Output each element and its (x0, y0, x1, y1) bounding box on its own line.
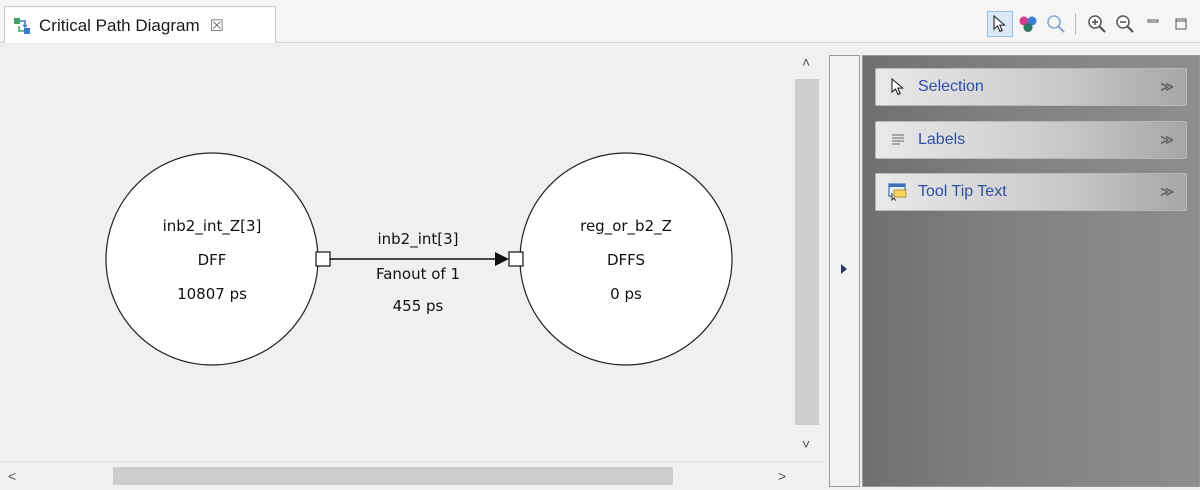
palette: Selection ≫ Labels ≫ Tool Tip Text ≫ (862, 55, 1200, 487)
target-node-type: DFFS (607, 251, 645, 269)
palette-toggle[interactable] (829, 55, 860, 487)
source-node-delay: 10807 ps (177, 285, 247, 303)
drawer-label: Tool Tip Text (918, 183, 1007, 200)
scroll-right-button[interactable]: > (778, 469, 786, 483)
target-node[interactable]: reg_or_b2_Z DFFS 0 ps (519, 152, 733, 366)
pointer-arrow-icon (888, 77, 908, 97)
edge-fanout: Fanout of 1 (376, 265, 460, 283)
magnifier-icon (1047, 15, 1065, 33)
expand-chevron-icon: ≫ (1160, 184, 1174, 199)
edge-net-name: inb2_int[3] (377, 230, 458, 249)
diagram-svg: inb2_int_Z[3] DFF 10807 ps reg_or_b2_Z D… (105, 152, 733, 366)
input-port (508, 251, 524, 267)
zoom-in-button[interactable] (1084, 11, 1110, 37)
horizontal-scroll-thumb[interactable] (113, 467, 673, 485)
maximize-button[interactable] (1168, 11, 1194, 37)
maximize-icon (1175, 18, 1187, 30)
tooltip-icon (888, 182, 908, 202)
pointer-arrow-icon (993, 15, 1006, 33)
scroll-up-button[interactable]: ˄ (802, 55, 810, 69)
text-lines-icon (888, 130, 908, 150)
tab-close-button[interactable]: ☒ (210, 16, 224, 36)
expand-arrow-icon (841, 264, 847, 274)
diagram-canvas[interactable]: inb2_int_Z[3] DFF 10807 ps reg_or_b2_Z D… (0, 43, 793, 461)
source-node-type: DFF (198, 251, 227, 269)
zoom-in-icon (1088, 15, 1106, 33)
palette-drawer-tool-tip-text[interactable]: Tool Tip Text ≫ (875, 173, 1187, 211)
zoom-out-icon (1116, 15, 1134, 33)
edge-delay: 455 ps (393, 297, 444, 315)
scroll-left-button[interactable]: < (8, 469, 16, 483)
palette-drawer-labels[interactable]: Labels ≫ (875, 121, 1187, 159)
output-port (315, 251, 331, 267)
target-node-name: reg_or_b2_Z (580, 217, 672, 236)
vertical-scrollbar[interactable]: ˄ ˅ (793, 43, 823, 461)
find-tool-button[interactable] (1043, 11, 1069, 37)
editor-tab-bar: Critical Path Diagram ☒ (0, 0, 1200, 44)
toolbar-separator (1075, 13, 1076, 35)
source-node-name: inb2_int_Z[3] (163, 217, 262, 236)
palette-drawer-selection[interactable]: Selection ≫ (875, 68, 1187, 106)
tab-title: Critical Path Diagram (39, 15, 200, 35)
target-node-delay: 0 ps (610, 285, 642, 303)
drawer-label: Selection (918, 78, 984, 95)
source-node[interactable]: inb2_int_Z[3] DFF 10807 ps (105, 152, 319, 366)
expand-chevron-icon: ≫ (1160, 132, 1174, 147)
expand-chevron-icon: ≫ (1160, 79, 1174, 94)
minimize-button[interactable] (1140, 11, 1166, 37)
select-tool-button[interactable] (987, 11, 1013, 37)
scroll-down-button[interactable]: ˅ (802, 437, 810, 451)
diagram-toolbar (985, 10, 1194, 38)
tab-critical-path-diagram[interactable]: Critical Path Diagram ☒ (4, 6, 276, 44)
vertical-scroll-thumb[interactable] (795, 79, 819, 425)
edge-arrowhead (495, 252, 509, 266)
color-balls-icon (1019, 16, 1037, 32)
color-tool-button[interactable] (1015, 11, 1041, 37)
drawer-label: Labels (918, 131, 966, 148)
horizontal-scrollbar[interactable]: < > (0, 461, 823, 490)
zoom-out-button[interactable] (1112, 11, 1138, 37)
minimize-icon (1147, 19, 1159, 23)
diagram-icon (13, 17, 33, 35)
net-edge[interactable]: inb2_int[3] Fanout of 1 455 ps (315, 230, 524, 315)
